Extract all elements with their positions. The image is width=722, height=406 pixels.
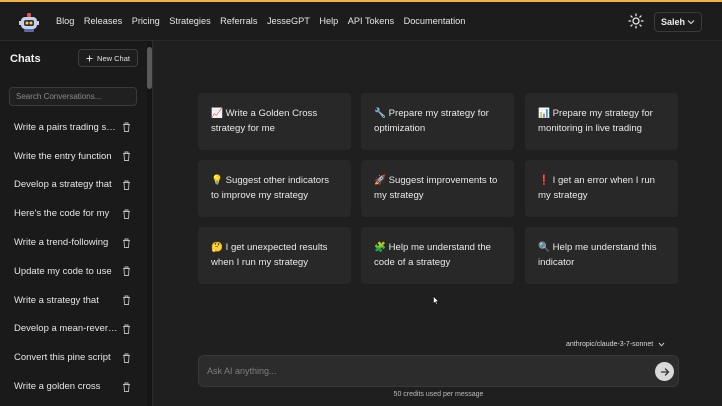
- nav-link-strategies[interactable]: Strategies: [169, 16, 210, 26]
- nav-link-jessegpt[interactable]: JesseGPT: [267, 16, 310, 26]
- top-navigation: Blog Releases Pricing Strategies Referra…: [0, 2, 722, 41]
- jesse-logo-icon[interactable]: [18, 11, 40, 33]
- credits-note: 50 credits used per message: [393, 391, 484, 398]
- chat-title: Write a pairs trading strategy: [14, 121, 118, 133]
- chevron-down-icon: [658, 342, 665, 347]
- chat-title: Develop a strategy that: [14, 179, 112, 191]
- chat-title: Write a strategy that: [14, 294, 99, 306]
- trash-icon[interactable]: [122, 324, 131, 334]
- chat-title: Update my code to use: [14, 265, 112, 277]
- chat-title: Write the entry function: [14, 150, 112, 162]
- search-conversations-input[interactable]: Search Conversations...: [9, 87, 137, 106]
- chat-input-placeholder: Ask AI anything...: [207, 366, 277, 376]
- user-name: Saleh: [661, 17, 686, 27]
- nav-link-referrals[interactable]: Referrals: [220, 16, 257, 26]
- arrow-right-icon: [660, 367, 669, 376]
- trash-icon[interactable]: [122, 151, 131, 162]
- model-selector[interactable]: anthropic/claude-3-7-sonnet: [566, 341, 665, 348]
- trash-icon[interactable]: [122, 122, 131, 133]
- trash-icon[interactable]: [122, 238, 131, 248]
- sidebar-scrollbar-track[interactable]: [147, 41, 152, 406]
- nav-link-documentation[interactable]: Documentation: [404, 16, 466, 26]
- chat-item[interactable]: Develop a strategy that: [0, 171, 145, 200]
- trash-icon[interactable]: [122, 180, 131, 190]
- nav-link-releases[interactable]: Releases: [84, 16, 122, 26]
- suggestion-card[interactable]: ❗ I get an error when I run my strategy: [525, 160, 678, 217]
- trash-icon[interactable]: [122, 266, 131, 277]
- chat-item[interactable]: Here's the code for my: [0, 199, 145, 228]
- chat-title: Develop a mean-reversion: [14, 323, 118, 335]
- chat-item[interactable]: Write a strategy that: [0, 286, 145, 315]
- trash-icon[interactable]: [122, 353, 131, 363]
- trash-icon[interactable]: [122, 382, 131, 392]
- plus-icon: [86, 55, 93, 61]
- nav-link-pricing[interactable]: Pricing: [132, 16, 160, 26]
- trash-icon[interactable]: [122, 209, 131, 219]
- trash-icon[interactable]: [122, 295, 131, 306]
- sidebar-scrollbar-thumb[interactable]: [147, 47, 152, 89]
- chat-title: Write a golden cross: [14, 381, 101, 393]
- nav-link-blog[interactable]: Blog: [56, 16, 74, 26]
- suggestion-card[interactable]: 🧩 Help me understand the code of a strat…: [361, 227, 514, 284]
- chat-title: Write a trend-following: [14, 237, 109, 249]
- new-chat-label: New Chat: [97, 53, 130, 63]
- chevron-down-icon: [687, 20, 695, 25]
- chat-item[interactable]: Write a golden cross: [0, 372, 145, 401]
- chat-item[interactable]: Write a pairs trading strategy: [0, 113, 145, 142]
- nav-link-api-tokens[interactable]: API Tokens: [348, 16, 394, 26]
- suggestion-card[interactable]: 💡 Suggest other indicators to improve my…: [198, 160, 351, 217]
- chat-title: Convert this pine script: [14, 352, 111, 364]
- model-name: anthropic/claude-3-7-sonnet: [566, 341, 654, 348]
- suggestion-card[interactable]: 🔍 Help me understand this indicator: [525, 227, 678, 284]
- chat-sidebar: Chats New Chat Search Conversations... W…: [0, 41, 153, 406]
- chat-item[interactable]: Develop a mean-reversion: [0, 315, 145, 344]
- suggestion-card[interactable]: 🔧 Prepare my strategy for optimization: [361, 93, 514, 150]
- chat-item[interactable]: Update my code to use: [0, 257, 145, 286]
- nav-link-help[interactable]: Help: [319, 16, 338, 26]
- suggestion-card[interactable]: 📊 Prepare my strategy for monitoring in …: [525, 93, 678, 150]
- sidebar-title: Chats: [10, 53, 41, 65]
- chat-input[interactable]: Ask AI anything...: [198, 355, 679, 387]
- chat-list: Write a pairs trading strategy Write the…: [0, 113, 145, 401]
- send-button[interactable]: [655, 362, 674, 381]
- suggestion-card[interactable]: 📈 Write a Golden Cross strategy for me: [198, 93, 351, 150]
- user-menu-button[interactable]: Saleh: [654, 12, 702, 32]
- theme-toggle-sun-icon[interactable]: [628, 13, 644, 29]
- new-chat-button[interactable]: New Chat: [78, 49, 138, 67]
- chat-item[interactable]: Write the entry function: [0, 142, 145, 171]
- mouse-cursor-icon: [433, 296, 439, 305]
- chat-item[interactable]: Convert this pine script: [0, 343, 145, 372]
- suggestion-card[interactable]: 🤔 I get unexpected results when I run my…: [198, 227, 351, 284]
- chat-item[interactable]: Write a trend-following: [0, 228, 145, 257]
- suggestion-card[interactable]: 🚀 Suggest improvements to my strategy: [361, 160, 514, 217]
- chat-title: Here's the code for my: [14, 208, 110, 220]
